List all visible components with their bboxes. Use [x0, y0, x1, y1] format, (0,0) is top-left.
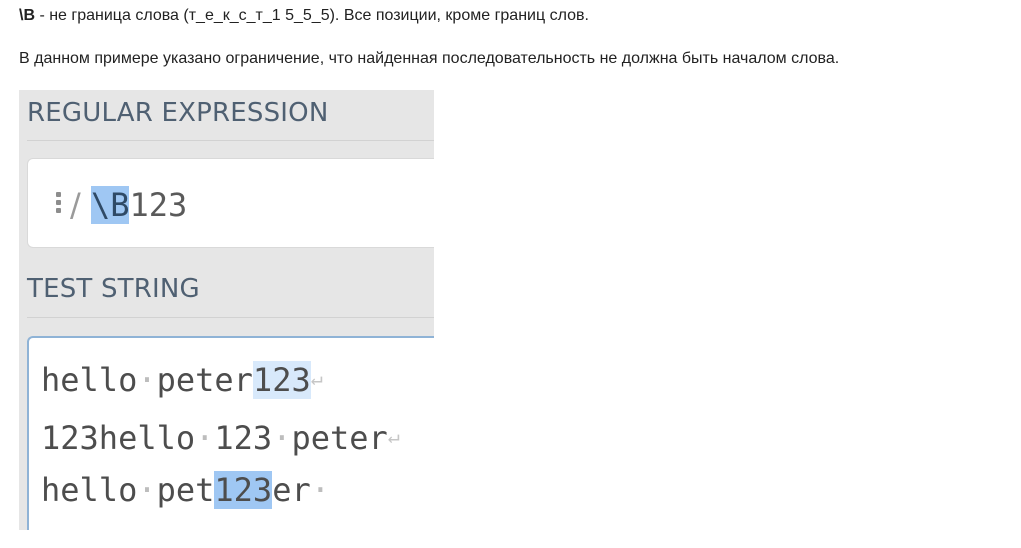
- space-marker: ·: [310, 471, 330, 509]
- match-highlight-light: 123: [252, 361, 311, 399]
- test-text: hello: [41, 471, 138, 509]
- divider: [27, 140, 434, 141]
- test-text: pet: [156, 471, 215, 509]
- vertical-dots-menu-icon[interactable]: [54, 190, 62, 218]
- test-text: 123: [214, 419, 273, 457]
- space-marker: ·: [137, 471, 157, 509]
- return-icon: ↵: [387, 424, 400, 448]
- regex-delimiter: /: [70, 186, 91, 224]
- test-string-title: TEST STRING: [27, 274, 200, 304]
- test-text: peter: [291, 419, 388, 457]
- test-line: hello·pet123er·: [41, 466, 330, 514]
- space-marker: ·: [137, 361, 157, 399]
- test-text: hello: [41, 361, 138, 399]
- test-text: 123hello: [41, 419, 196, 457]
- escape-code: \B: [19, 7, 35, 24]
- regex-pattern-rest: 123: [129, 186, 188, 224]
- regex-input[interactable]: / \B123: [27, 158, 434, 248]
- return-icon: ↵: [310, 366, 323, 390]
- regex-line: / \B123: [54, 185, 187, 225]
- description-line-2: В данном примере указано ограничение, чт…: [19, 50, 840, 67]
- divider: [27, 317, 434, 318]
- description-line-1-text: - не граница слова (т_е_к_с_т_1 5_5_5). …: [35, 7, 589, 24]
- regular-expression-title: REGULAR EXPRESSION: [27, 98, 329, 128]
- test-line: 123hello·123·peter↵: [41, 412, 400, 462]
- regex-tool-screenshot: REGULAR EXPRESSION / \B123 TEST STRING h…: [19, 90, 434, 530]
- test-text: er: [272, 471, 311, 509]
- space-marker: ·: [272, 419, 292, 457]
- description-line-1: \B - не граница слова (т_е_к_с_т_1 5_5_5…: [19, 6, 589, 26]
- match-highlight-strong: 123: [214, 471, 273, 509]
- test-text: peter: [156, 361, 253, 399]
- regex-pattern-highlight: \B: [90, 186, 130, 224]
- space-marker: ·: [195, 419, 215, 457]
- test-line: hello·peter123↵: [41, 354, 323, 404]
- test-string-input[interactable]: hello·peter123↵ 123hello·123·peter↵ hell…: [27, 336, 434, 530]
